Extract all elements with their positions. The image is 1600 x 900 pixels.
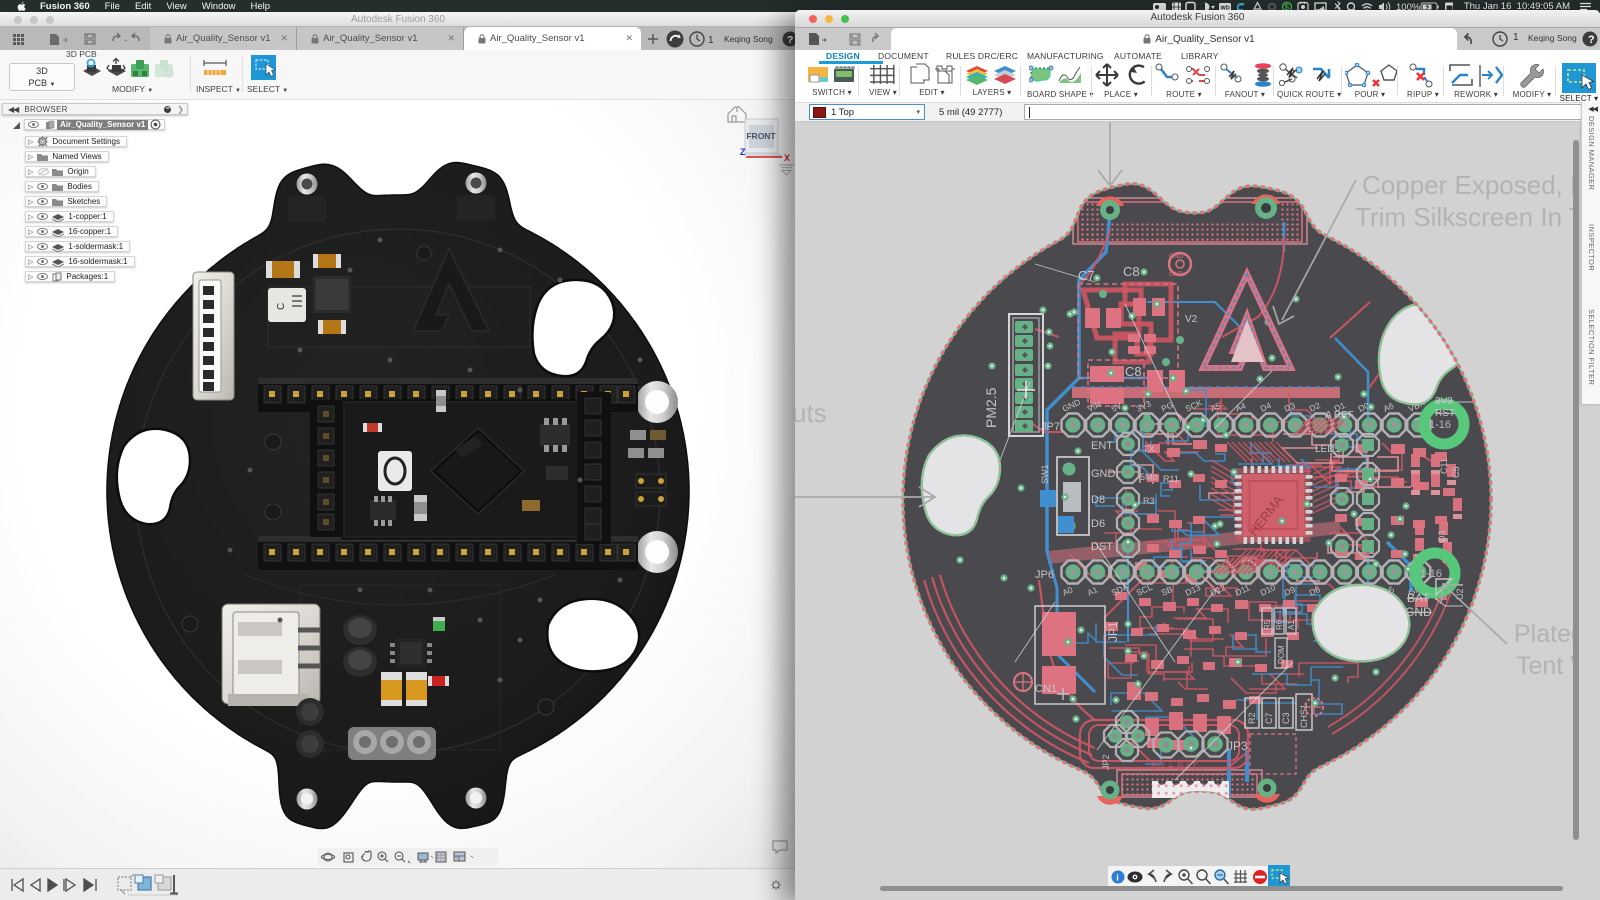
svg-text:CN1: CN1 bbox=[1035, 683, 1057, 695]
svg-text:JP1: JP1 bbox=[1106, 621, 1120, 642]
svg-text:JP6: JP6 bbox=[1035, 569, 1054, 581]
svg-text:JP2: JP2 bbox=[1101, 754, 1111, 770]
svg-text:GND: GND bbox=[1169, 271, 1184, 278]
svg-text:C8: C8 bbox=[1123, 264, 1140, 279]
svg-text:R5: R5 bbox=[1263, 619, 1272, 630]
svg-text:R11: R11 bbox=[1163, 474, 1179, 484]
svg-text:3V3: 3V3 bbox=[1435, 396, 1453, 407]
svg-text:Z: Z bbox=[740, 147, 746, 157]
svg-text:X: X bbox=[784, 153, 790, 163]
svg-text:DOM: DOM bbox=[1277, 645, 1286, 664]
svg-text:RST: RST bbox=[1435, 408, 1455, 419]
svg-text:JP3: JP3 bbox=[1227, 739, 1248, 753]
svg-text:C8: C8 bbox=[1125, 364, 1142, 379]
svg-text:Copper Exposed, Do: Copper Exposed, Do bbox=[1362, 170, 1575, 200]
svg-text:GND: GND bbox=[1405, 605, 1432, 619]
svg-text:Plated: Plated bbox=[1514, 620, 1575, 648]
svg-text:1-16: 1-16 bbox=[1420, 568, 1442, 580]
svg-text:D6: D6 bbox=[1091, 518, 1105, 530]
svg-text:1: 1 bbox=[708, 35, 714, 46]
svg-text:ENT: ENT bbox=[1091, 440, 1113, 452]
svg-text:R3: R3 bbox=[1143, 496, 1155, 506]
svg-text:A1: A1 bbox=[1287, 620, 1296, 630]
svg-text:U2: U2 bbox=[1455, 588, 1465, 600]
svg-text:SW1: SW1 bbox=[1040, 464, 1050, 484]
svg-text:Tent V: Tent V bbox=[1516, 652, 1575, 680]
svg-text:GND: GND bbox=[1169, 253, 1184, 260]
svg-text:C3: C3 bbox=[1281, 712, 1291, 724]
svg-text:C7: C7 bbox=[1264, 712, 1274, 724]
svg-text:?: ? bbox=[787, 34, 793, 46]
svg-text:R6: R6 bbox=[1275, 619, 1284, 630]
svg-text:Trim Silkscreen In Th: Trim Silkscreen In Th bbox=[1355, 202, 1575, 232]
svg-text:FRONT: FRONT bbox=[746, 131, 776, 141]
svg-text:D8: D8 bbox=[1091, 494, 1105, 506]
svg-text:D3: D3 bbox=[1437, 530, 1447, 542]
svg-text:i: i bbox=[1116, 873, 1119, 883]
svg-text:PM2.5: PM2.5 bbox=[983, 387, 999, 428]
svg-text:A REF: A REF bbox=[1325, 410, 1354, 421]
svg-text:1-16: 1-16 bbox=[1429, 419, 1451, 431]
svg-text:?: ? bbox=[1588, 34, 1595, 46]
svg-text:5Mo: 5Mo bbox=[1140, 472, 1158, 482]
svg-text:DST: DST bbox=[1091, 541, 1113, 553]
svg-text:C: C bbox=[276, 303, 287, 310]
svg-text:R2: R2 bbox=[1247, 712, 1257, 724]
svg-text:GND: GND bbox=[1091, 468, 1116, 480]
svg-text:5V + BAT: 5V + BAT bbox=[1151, 761, 1198, 773]
svg-text:uts: uts bbox=[795, 398, 827, 428]
svg-text:TX: TX bbox=[1143, 444, 1155, 454]
svg-text:C11: C11 bbox=[1439, 458, 1449, 474]
svg-text:C5: C5 bbox=[1451, 466, 1461, 478]
svg-text:V2: V2 bbox=[1185, 314, 1198, 325]
svg-text:BAT: BAT bbox=[1407, 591, 1430, 605]
